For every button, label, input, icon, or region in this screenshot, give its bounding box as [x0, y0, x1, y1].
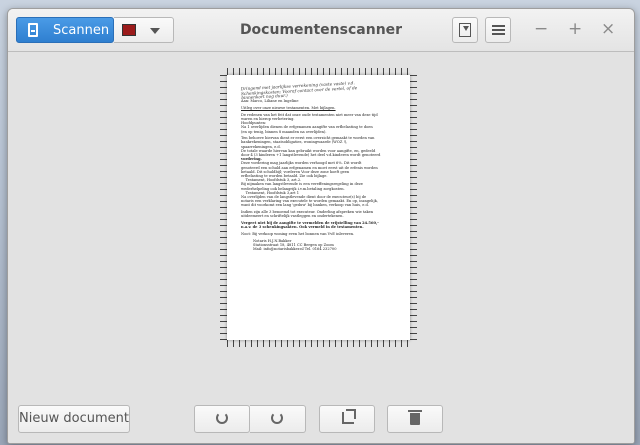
- delete-page-button[interactable]: [387, 405, 443, 433]
- scan-button[interactable]: Scannen: [16, 17, 114, 43]
- crop-ruler-bottom[interactable]: [227, 340, 410, 347]
- save-icon: [459, 23, 471, 37]
- new-document-button[interactable]: Nieuw document: [18, 405, 130, 433]
- scan-preview-area: Dringend met jaarlijkse verrekening (vas…: [8, 52, 634, 394]
- crop-ruler-right[interactable]: [410, 75, 417, 340]
- photo-type-icon: [122, 24, 136, 36]
- document-scan-icon: [28, 23, 38, 37]
- crop-icon: [342, 409, 356, 424]
- minimize-button[interactable]: −: [534, 19, 548, 39]
- scanned-page[interactable]: Dringend met jaarlijkse verrekening (vas…: [227, 75, 410, 340]
- close-button[interactable]: ×: [601, 19, 615, 39]
- rotate-left-button[interactable]: [194, 405, 250, 433]
- header-bar: Scannen Documentenscanner − + ×: [8, 9, 634, 52]
- rotate-right-icon: [271, 412, 283, 424]
- rotate-right-button[interactable]: [250, 405, 306, 433]
- hamburger-menu-icon: [492, 25, 505, 27]
- scan-type-dropdown[interactable]: [114, 17, 174, 43]
- trash-icon: [408, 410, 422, 425]
- menu-button[interactable]: [485, 17, 511, 43]
- maximize-button[interactable]: +: [568, 19, 582, 39]
- crop-button[interactable]: [319, 405, 375, 433]
- crop-ruler-top[interactable]: [227, 68, 410, 75]
- chevron-down-icon: [150, 28, 160, 34]
- scan-button-label: Scannen: [53, 23, 110, 38]
- document-text: Dringend met jaarlijkse verrekening (vas…: [241, 80, 401, 254]
- handwritten-note: Dringend met jaarlijkse verrekening (vas…: [240, 80, 358, 101]
- crop-ruler-left[interactable]: [220, 75, 227, 340]
- scanner-window: Scannen Documentenscanner − + × Dringend…: [7, 8, 635, 444]
- save-button[interactable]: [452, 17, 478, 43]
- action-bar: Nieuw document: [8, 394, 634, 443]
- rotate-left-icon: [216, 412, 228, 424]
